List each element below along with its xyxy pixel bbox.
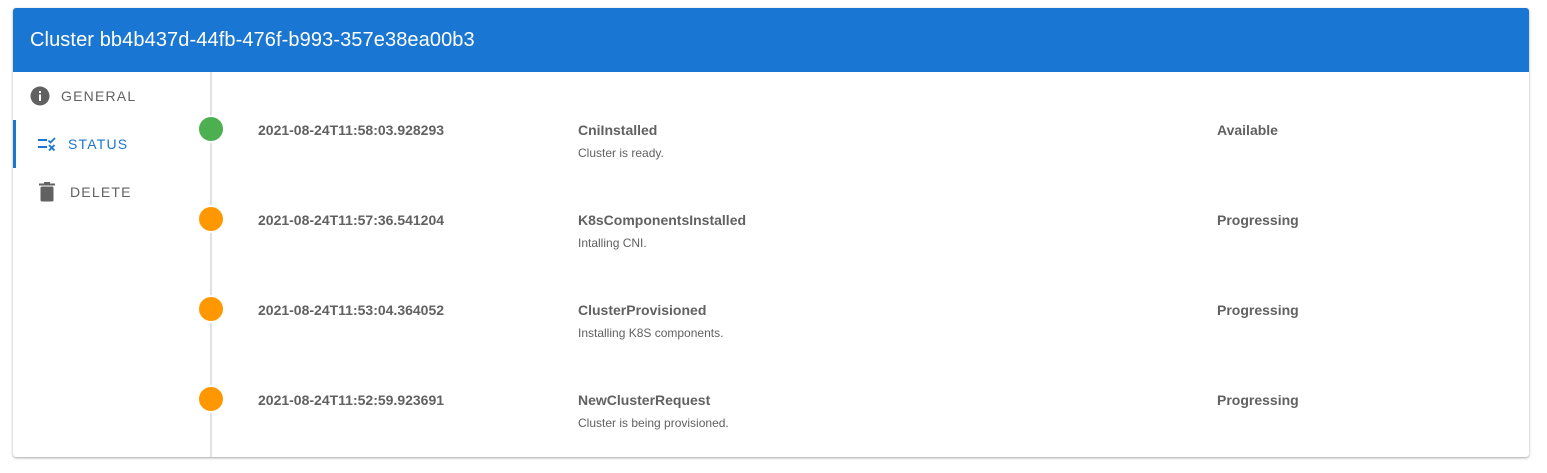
sidebar-item-label: STATUS	[68, 136, 129, 152]
event-message: Intalling CNI.	[578, 236, 647, 250]
event-type: ClusterProvisioned	[578, 302, 707, 318]
event-type: NewClusterRequest	[578, 392, 711, 408]
status-dot	[199, 297, 223, 321]
event-state: Progressing	[1217, 302, 1299, 318]
status-checklist-icon	[38, 134, 58, 154]
status-timeline: 2021-08-24T11:58:03.928293 CniInstalled …	[199, 72, 1529, 457]
event-timestamp: 2021-08-24T11:57:36.541204	[258, 212, 445, 228]
sidebar: GENERAL STATUS DELETE	[13, 72, 203, 457]
status-dot	[199, 387, 223, 411]
trash-icon	[37, 182, 57, 202]
event-timestamp: 2021-08-24T11:58:03.928293	[258, 122, 445, 138]
event-message: Installing K8S components.	[578, 326, 724, 340]
event-timestamp: 2021-08-24T11:52:59.923691	[258, 392, 445, 408]
event-state: Available	[1217, 122, 1278, 138]
sidebar-item-label: DELETE	[70, 184, 132, 200]
status-dot	[199, 207, 223, 231]
info-icon	[30, 86, 50, 106]
event-type: K8sComponentsInstalled	[578, 212, 747, 228]
event-timestamp: 2021-08-24T11:53:04.364052	[258, 302, 445, 318]
sidebar-item-label: GENERAL	[61, 88, 137, 104]
event-type: CniInstalled	[578, 122, 658, 138]
page-title: Cluster bb4b437d-44fb-476f-b993-357e38ea…	[30, 28, 475, 51]
sidebar-item-delete[interactable]: DELETE	[13, 168, 203, 216]
card-header: Cluster bb4b437d-44fb-476f-b993-357e38ea…	[13, 8, 1529, 72]
timeline-event: 2021-08-24T11:58:03.928293 CniInstalled …	[199, 72, 1529, 162]
sidebar-item-general[interactable]: GENERAL	[13, 72, 203, 120]
event-message: Cluster is being provisioned.	[578, 416, 729, 430]
timeline-event: 2021-08-24T11:57:36.541204 K8sComponents…	[199, 162, 1529, 252]
sidebar-item-status[interactable]: STATUS	[13, 120, 203, 168]
status-dot	[199, 117, 223, 141]
timeline-event: 2021-08-24T11:52:59.923691 NewClusterReq…	[199, 342, 1529, 432]
timeline-event: 2021-08-24T11:53:04.364052 ClusterProvis…	[199, 252, 1529, 342]
event-state: Progressing	[1217, 212, 1299, 228]
event-state: Progressing	[1217, 392, 1299, 408]
cluster-card: Cluster bb4b437d-44fb-476f-b993-357e38ea…	[13, 8, 1529, 457]
event-message: Cluster is ready.	[578, 146, 664, 160]
